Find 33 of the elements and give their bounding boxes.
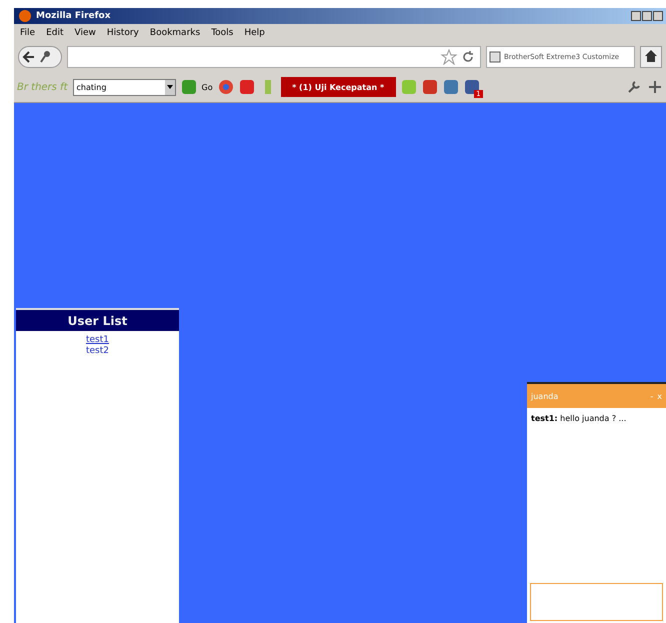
close-button[interactable]: [653, 11, 663, 21]
search-engine-icon[interactable]: [489, 51, 501, 63]
chat-title: juanda: [531, 392, 558, 400]
menu-item[interactable]: Edit: [46, 28, 64, 38]
app-icon[interactable]: [238, 79, 255, 95]
menu-item[interactable]: Bookmarks: [150, 28, 200, 38]
home-button[interactable]: [640, 46, 662, 68]
address-field[interactable]: [67, 46, 481, 68]
search-combo[interactable]: chating: [72, 78, 176, 96]
minimize-button[interactable]: [631, 11, 641, 21]
menu-item[interactable]: File: [20, 28, 36, 38]
chat-message: test1: hello juanda ? ...: [531, 414, 628, 423]
user-link[interactable]: test1: [86, 335, 109, 346]
menu-item[interactable]: History: [106, 28, 139, 38]
home-icon: [644, 48, 658, 62]
back-arrow-icon: [22, 50, 36, 64]
window-title: Mozilla Firefox: [36, 11, 111, 21]
maximize-button[interactable]: [642, 11, 652, 21]
key-icon: [39, 50, 51, 64]
wrench-icon[interactable]: [626, 79, 642, 95]
message-input[interactable]: [530, 583, 663, 621]
go-link[interactable]: Go: [202, 82, 213, 92]
user-link[interactable]: test2: [86, 346, 109, 357]
star-icon[interactable]: [441, 49, 457, 65]
brand-logo: Br thers ft: [17, 82, 68, 92]
menu-item[interactable]: View: [74, 28, 96, 38]
caret-icon[interactable]: [166, 85, 173, 89]
back-button[interactable]: [18, 46, 62, 68]
panel-title: User List: [16, 310, 179, 331]
menu-item[interactable]: Tools: [211, 28, 234, 38]
plus-icon[interactable]: [647, 79, 663, 95]
menu-item[interactable]: Help: [244, 28, 265, 38]
tab-button[interactable]: * (1) Uji Kecepatan *: [280, 77, 396, 97]
